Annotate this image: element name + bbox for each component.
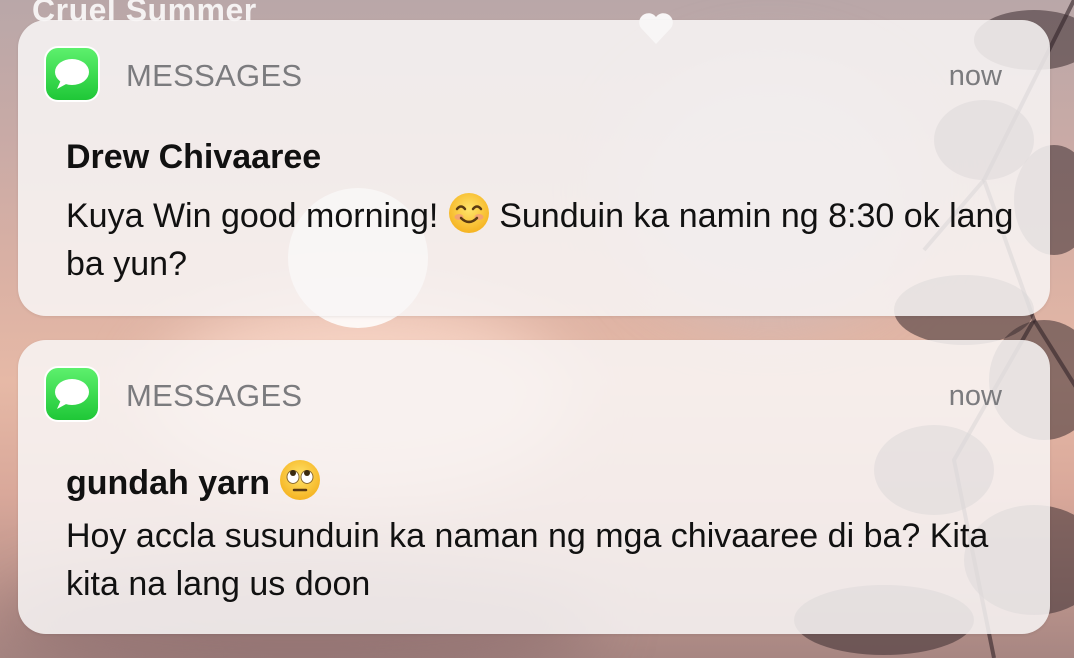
message-body: Hoy accla susunduin ka naman ng mga chiv… [66, 517, 989, 603]
messages-app-icon [46, 48, 98, 100]
app-name: MESSAGES [126, 58, 303, 93]
eye-roll-emoji [280, 460, 321, 500]
sender-name: gundah yarn [66, 459, 321, 503]
message-body: Kuya Win good morning! Sunduin ka namin … [66, 192, 1016, 288]
notification-card[interactable]: MESSAGES now Drew Chivaaree Kuya Win goo… [18, 20, 1050, 316]
lock-screen: Cruel Summer MESSAGES now Drew Chivaaree… [0, 0, 1074, 658]
smiling-face-emoji [448, 193, 489, 233]
sender-name: Drew Chivaaree [66, 138, 322, 176]
notification-card[interactable]: MESSAGES now gundah yarn Hoy accla susun… [18, 340, 1050, 634]
timestamp: now [948, 60, 1002, 92]
message-text: Kuya Win good morning! [66, 197, 448, 235]
messages-app-icon [46, 368, 98, 420]
timestamp: now [948, 380, 1002, 412]
app-name: MESSAGES [126, 378, 303, 413]
sender-text: gundah yarn [66, 464, 271, 502]
